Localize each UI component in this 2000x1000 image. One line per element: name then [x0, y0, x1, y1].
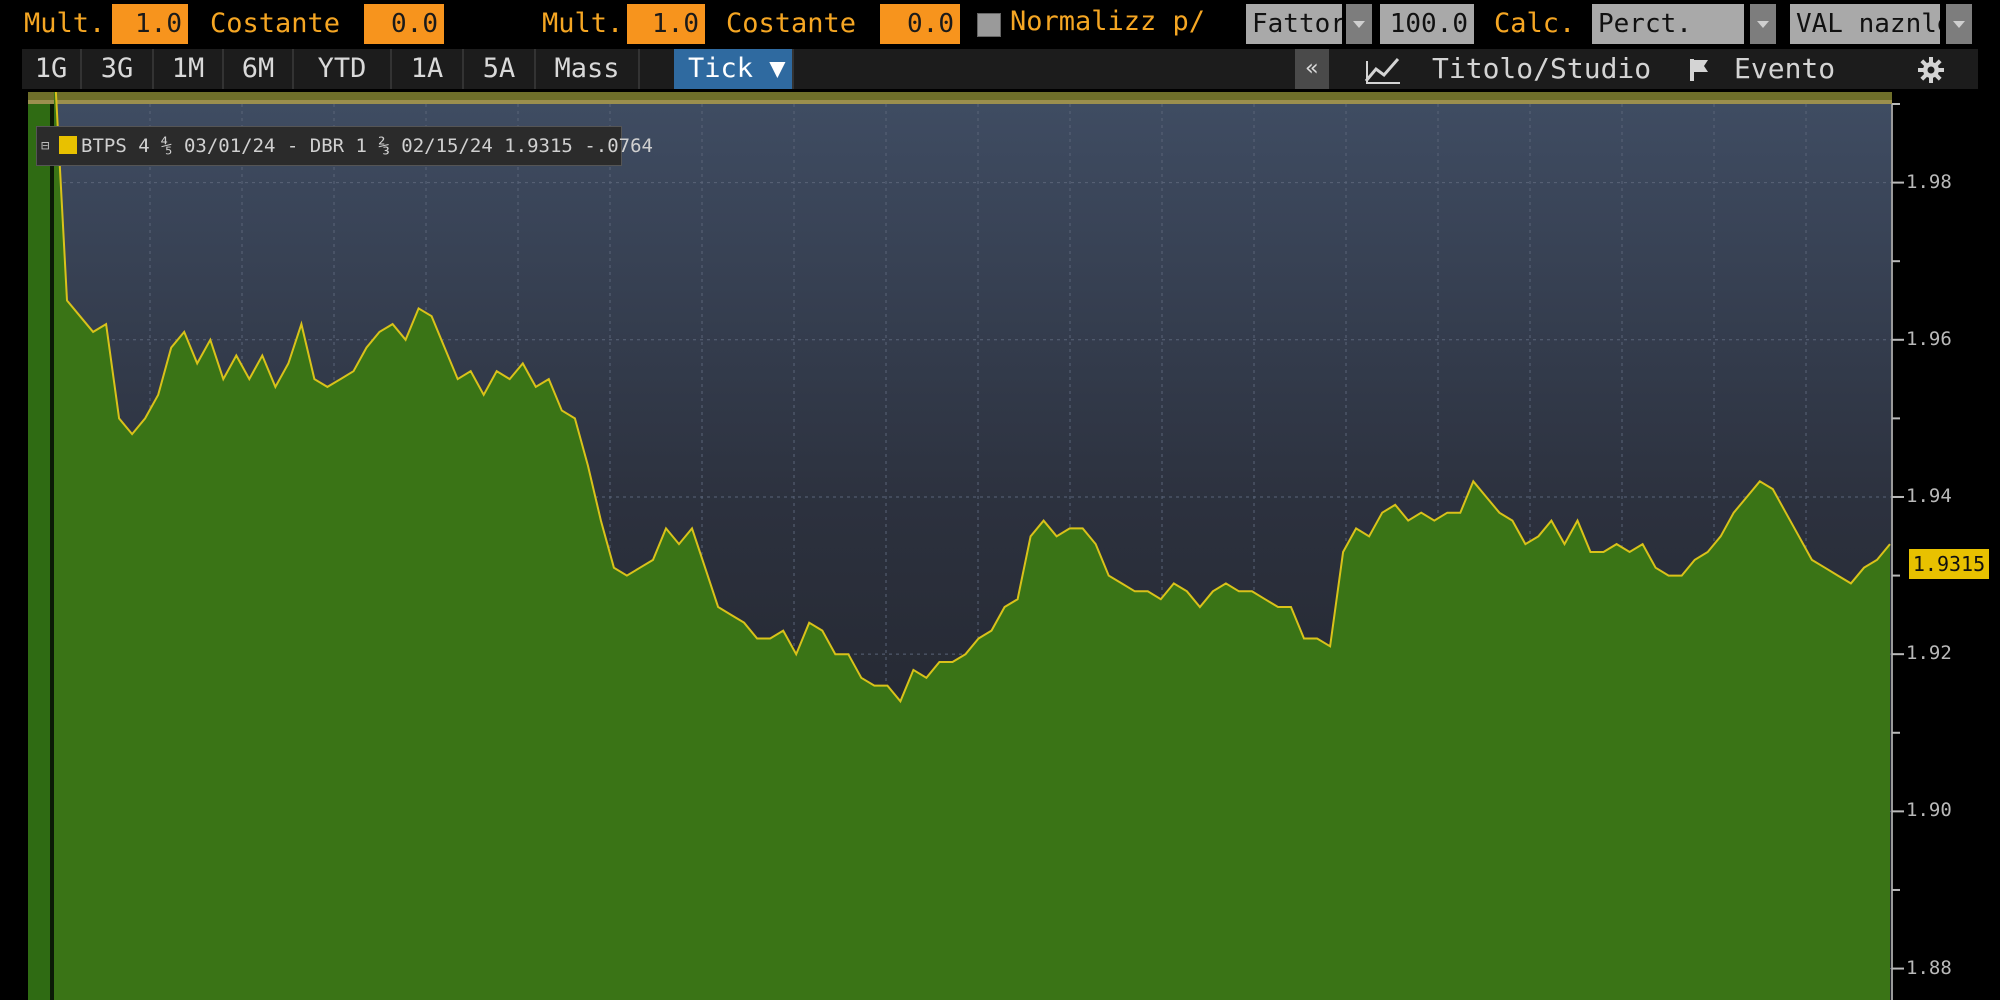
calc-select[interactable]: Perct. — [1592, 4, 1744, 44]
y-tick-label: 1.92 — [1906, 642, 1952, 665]
range-3g-button[interactable]: 3G — [82, 49, 154, 89]
range-ytd-button[interactable]: YTD — [294, 49, 392, 89]
left-divider — [50, 104, 54, 1000]
constant-field-2[interactable]: 0.0 — [880, 4, 960, 44]
legend[interactable]: ⊟ BTPS 4 ⅘ 03/01/24 - DBR 1 ⅔ 02/15/24 1… — [36, 126, 653, 166]
collapse-button[interactable]: « — [1295, 49, 1329, 89]
chart-line-icon[interactable] — [1364, 53, 1404, 85]
title-study-button[interactable]: Titolo/Studio — [1432, 49, 1651, 89]
mult-field-2[interactable]: 1.0 — [627, 4, 705, 44]
y-tick-label: 1.90 — [1906, 799, 1952, 822]
factor-field[interactable]: 100.0 — [1380, 4, 1474, 44]
flag-icon[interactable] — [1686, 57, 1712, 83]
legend-swatch — [59, 136, 77, 154]
navigator-strip — [28, 92, 1892, 100]
gear-icon[interactable] — [1916, 55, 1946, 85]
range-5a-button[interactable]: 5A — [464, 49, 536, 89]
range-1g-button[interactable]: 1G — [22, 49, 82, 89]
value-select[interactable]: VAL naznle — [1790, 4, 1940, 44]
calc-label: Calc. — [1494, 8, 1576, 39]
mult-label-1: Mult. — [24, 8, 106, 39]
range-bar: 1G 3G 1M 6M YTD 1A 5A Mass Tick ▼ « Tito… — [22, 49, 1978, 89]
price-chart[interactable] — [0, 92, 2000, 1000]
mult-field-1[interactable]: 1.0 — [112, 4, 188, 44]
normalize-checkbox[interactable] — [977, 13, 1001, 37]
value-dropdown-icon[interactable] — [1946, 4, 1972, 44]
tick-dropdown-button[interactable]: Tick ▼ — [674, 49, 794, 89]
range-6m-button[interactable]: 6M — [224, 49, 294, 89]
legend-text: BTPS 4 ⅘ 03/01/24 - DBR 1 ⅔ 02/15/24 1.9… — [81, 135, 653, 157]
range-max-button[interactable]: Mass — [536, 49, 640, 89]
factor-dropdown-icon[interactable] — [1346, 4, 1372, 44]
y-tick-label: 1.96 — [1906, 327, 1952, 350]
factor-label-field: Fattor — [1246, 4, 1342, 44]
legend-collapse-icon[interactable]: ⊟ — [41, 127, 49, 165]
parameter-bar: Mult. 1.0 Costante 0.0 Mult. 1.0 Costant… — [0, 0, 2000, 48]
constant-label-2: Costante — [726, 8, 857, 39]
constant-label-1: Costante — [210, 8, 341, 39]
range-1a-button[interactable]: 1A — [392, 49, 464, 89]
left-fill-band — [28, 104, 50, 1000]
y-tick-label: 1.94 — [1906, 484, 1952, 507]
event-button[interactable]: Evento — [1734, 49, 1835, 89]
normalize-label: Normalizz p/ — [1010, 6, 1206, 37]
y-tick-label: 1.98 — [1906, 170, 1952, 193]
range-1m-button[interactable]: 1M — [154, 49, 224, 89]
constant-field-1[interactable]: 0.0 — [364, 4, 444, 44]
navigator-strip-border — [28, 100, 1892, 104]
last-value-badge: 1.9315 — [1909, 548, 1989, 579]
calc-dropdown-icon[interactable] — [1750, 4, 1776, 44]
mult-label-2: Mult. — [542, 8, 624, 39]
y-tick-label: 1.88 — [1906, 956, 1952, 979]
